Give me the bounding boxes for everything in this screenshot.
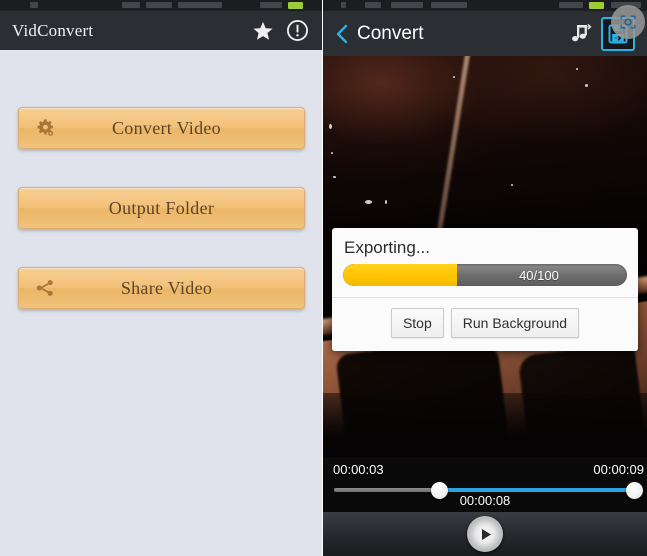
chevron-left-icon[interactable] <box>329 23 355 45</box>
left-app-panel: VidConvert Convert Video Output Folder S… <box>0 0 322 556</box>
share-video-button[interactable]: Share Video <box>18 267 305 309</box>
convert-video-label: Convert Video <box>112 117 221 138</box>
trim-timeline: 00:00:03 00:00:09 00:00:08 <box>323 457 647 512</box>
info-exclamation-icon[interactable] <box>280 11 314 50</box>
current-time-label: 00:00:08 <box>459 493 511 508</box>
play-icon[interactable] <box>467 516 503 552</box>
gear-icon <box>19 116 71 140</box>
export-progress-bar: 40/100 <box>343 264 627 286</box>
trim-end-time: 00:00:09 <box>593 462 644 477</box>
run-background-button[interactable]: Run Background <box>450 308 580 338</box>
extract-audio-icon[interactable] <box>567 21 593 47</box>
star-icon[interactable] <box>246 11 280 50</box>
camera-overlay-icon <box>611 5 645 39</box>
right-status-bar <box>323 0 647 11</box>
trim-start-time: 00:00:03 <box>333 462 384 477</box>
right-app-panel: Convert Exporting... 40/100 Stop Run Bac… <box>323 0 647 556</box>
left-status-bar <box>0 0 322 11</box>
convert-video-button[interactable]: Convert Video <box>18 107 305 149</box>
player-control-bar <box>323 512 647 556</box>
timeline-selected-range <box>439 488 636 492</box>
output-folder-label: Output Folder <box>108 197 215 218</box>
timeline-track[interactable] <box>334 488 636 492</box>
left-button-list: Convert Video Output Folder Share Video <box>0 50 322 556</box>
share-video-label: Share Video <box>120 277 213 298</box>
page-title: Convert <box>357 22 424 44</box>
dialog-action-row: Stop Run Background <box>332 297 638 351</box>
panel-divider <box>322 0 323 556</box>
export-progress-dialog: Exporting... 40/100 Stop Run Background <box>332 228 638 351</box>
app-title: VidConvert <box>12 20 94 40</box>
stop-button[interactable]: Stop <box>390 308 444 338</box>
app-screenshot: VidConvert Convert Video Output Folder S… <box>0 0 647 556</box>
left-app-header: VidConvert <box>0 11 322 50</box>
right-app-header: Convert <box>323 5 647 56</box>
dialog-title: Exporting... <box>344 238 430 257</box>
output-folder-button[interactable]: Output Folder <box>18 187 305 229</box>
progress-label: 40/100 <box>519 267 559 283</box>
share-icon <box>19 276 71 300</box>
